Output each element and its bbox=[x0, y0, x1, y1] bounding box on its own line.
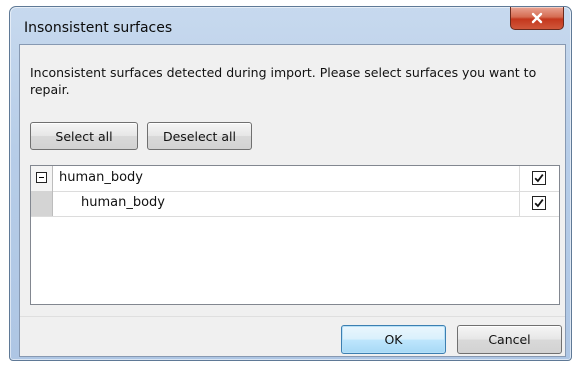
close-button[interactable] bbox=[510, 7, 564, 30]
footer-divider bbox=[20, 316, 565, 317]
tree-row-label: human_body bbox=[81, 195, 165, 210]
surface-checkbox[interactable] bbox=[532, 196, 546, 210]
dialog-window: Insonsistent surfaces Inconsistent surfa… bbox=[9, 6, 572, 361]
dialog-message: Inconsistent surfaces detected during im… bbox=[30, 65, 537, 97]
ok-button[interactable]: OK bbox=[341, 325, 446, 354]
tree-check-cell bbox=[519, 191, 559, 216]
dialog-body: Inconsistent surfaces detected during im… bbox=[19, 44, 566, 357]
dialog-title: Insonsistent surfaces bbox=[24, 20, 173, 36]
surface-tree[interactable]: human_body human_body bbox=[30, 165, 560, 305]
tree-row[interactable]: human_body bbox=[31, 166, 559, 192]
select-all-button[interactable]: Select all bbox=[30, 122, 138, 150]
tree-check-cell bbox=[519, 166, 559, 191]
tree-row-label: human_body bbox=[59, 170, 143, 185]
checkmark-icon bbox=[534, 199, 544, 208]
collapse-minus-icon[interactable] bbox=[36, 172, 47, 183]
cancel-button[interactable]: Cancel bbox=[457, 325, 562, 354]
tree-gutter bbox=[31, 191, 53, 216]
surface-checkbox[interactable] bbox=[532, 171, 546, 185]
deselect-all-button[interactable]: Deselect all bbox=[147, 122, 252, 150]
checkmark-icon bbox=[534, 174, 544, 183]
close-icon bbox=[531, 12, 543, 24]
tree-gutter bbox=[31, 166, 53, 191]
tree-row[interactable]: human_body bbox=[31, 191, 559, 217]
